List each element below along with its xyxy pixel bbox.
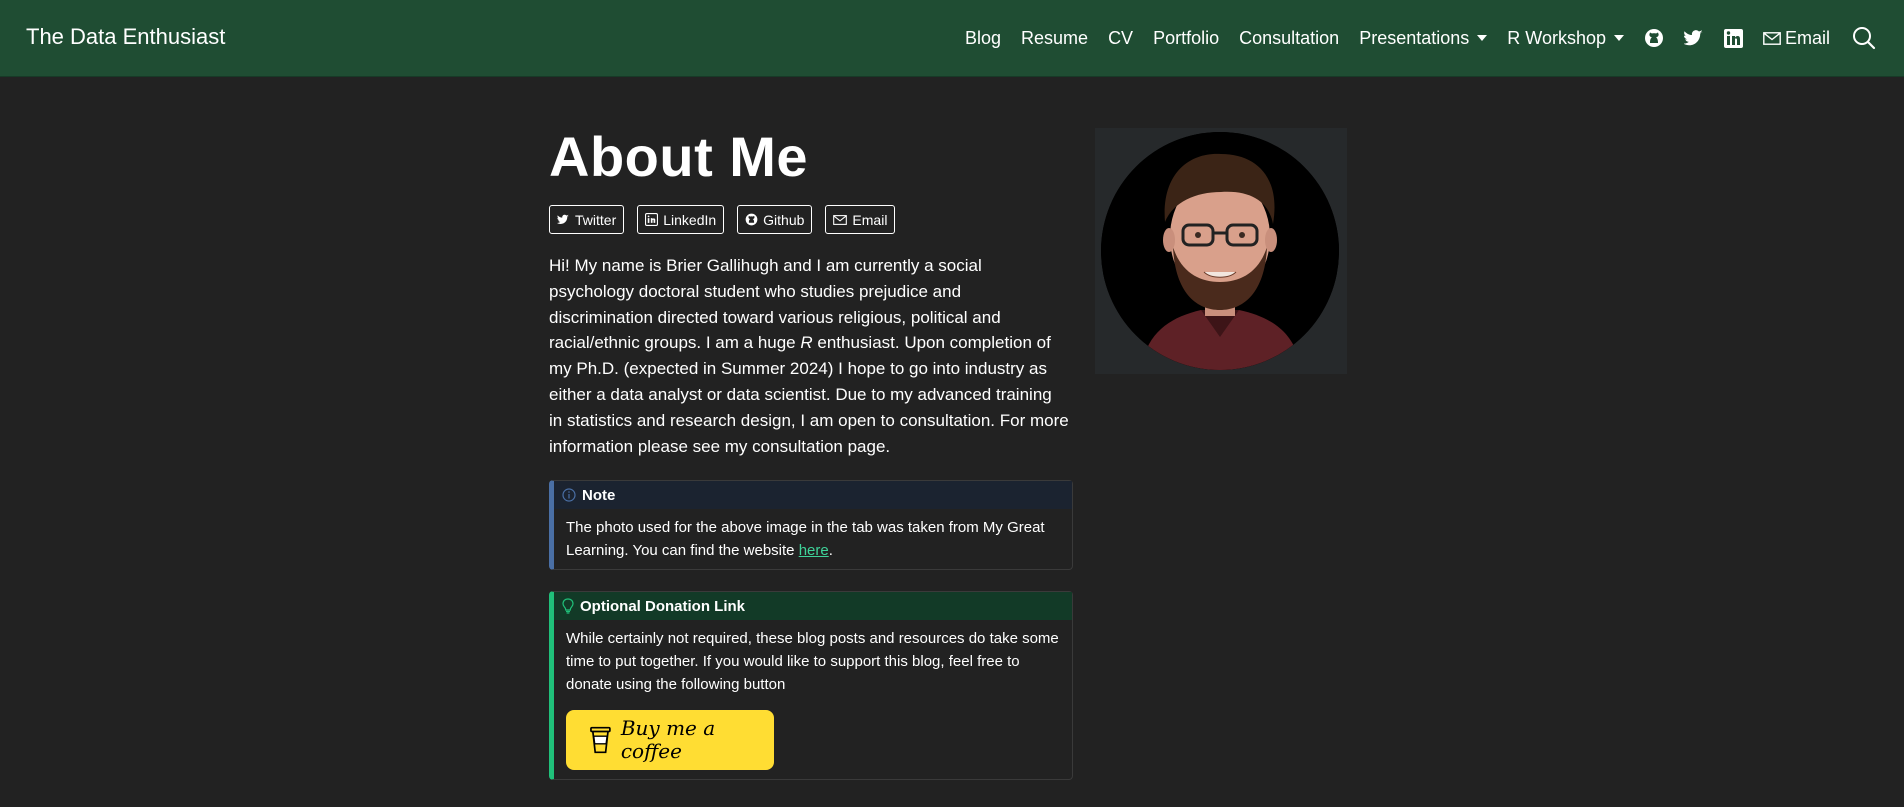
buy-me-a-coffee-button[interactable]: Buy me a coffee xyxy=(566,710,774,770)
note-link-here[interactable]: here xyxy=(799,542,829,559)
donation-body: While certainly not required, these blog… xyxy=(554,620,1072,780)
nav-r-workshop-label: R Workshop xyxy=(1507,27,1606,48)
nav-r-workshop-dropdown[interactable]: R Workshop xyxy=(1507,28,1624,49)
linkedin-button-label: LinkedIn xyxy=(663,211,717,228)
navbar: The Data Enthusiast Blog Resume CV Portf… xyxy=(0,0,1904,77)
donation-callout: Optional Donation Link While certainly n… xyxy=(549,591,1073,780)
nav-menu: Blog Resume CV Portfolio Consultation Pr… xyxy=(945,0,1876,76)
github-icon xyxy=(745,213,758,226)
nav-email-label: Email xyxy=(1784,27,1830,48)
info-icon xyxy=(562,488,576,502)
email-button-label: Email xyxy=(852,211,888,228)
github-button[interactable]: Github xyxy=(737,205,813,234)
buy-me-a-coffee-label: Buy me a coffee xyxy=(620,716,716,763)
envelope-icon xyxy=(833,214,848,225)
page-title: About Me xyxy=(549,125,809,188)
coffee-cup-icon xyxy=(590,726,611,754)
twitter-button-label: Twitter xyxy=(575,211,617,228)
intro-paragraph: Hi! My name is Brier Gallihugh and I am … xyxy=(549,253,1069,459)
lightbulb-icon xyxy=(562,598,574,614)
search-icon[interactable] xyxy=(1852,26,1876,50)
nav-cv[interactable]: CV xyxy=(1108,28,1133,49)
chevron-down-icon xyxy=(1613,35,1624,41)
note-text-end: . xyxy=(828,542,833,559)
donation-header: Optional Donation Link xyxy=(554,592,1072,620)
nav-presentations-label: Presentations xyxy=(1359,27,1470,48)
nav-email[interactable]: Email xyxy=(1763,28,1830,49)
twitter-icon xyxy=(557,214,569,224)
linkedin-button[interactable]: LinkedIn xyxy=(637,205,725,234)
social-links: Twitter LinkedIn Github Email xyxy=(549,205,896,234)
nav-portfolio[interactable]: Portfolio xyxy=(1153,28,1219,49)
note-header: Note xyxy=(554,481,1072,509)
donation-title: Optional Donation Link xyxy=(580,597,745,615)
note-callout: Note The photo used for the above image … xyxy=(549,480,1073,570)
linkedin-icon[interactable] xyxy=(1723,28,1743,48)
email-button[interactable]: Email xyxy=(825,205,896,234)
profile-photo xyxy=(1101,132,1339,370)
donation-text: While certainly not required, these blog… xyxy=(566,630,1059,693)
github-icon[interactable] xyxy=(1644,28,1664,48)
nav-blog[interactable]: Blog xyxy=(965,28,1001,49)
note-title: Note xyxy=(582,486,616,504)
nav-consultation[interactable]: Consultation xyxy=(1239,28,1339,49)
github-button-label: Github xyxy=(763,211,805,228)
twitter-button[interactable]: Twitter xyxy=(549,205,625,234)
twitter-icon[interactable] xyxy=(1683,29,1704,47)
chevron-down-icon xyxy=(1477,35,1488,41)
intro-r-emphasis: R xyxy=(800,333,813,353)
linkedin-icon xyxy=(645,213,659,226)
profile-photo-frame xyxy=(1095,128,1347,374)
envelope-icon xyxy=(1763,31,1781,45)
site-brand[interactable]: The Data Enthusiast xyxy=(26,24,225,50)
nav-resume[interactable]: Resume xyxy=(1021,28,1088,49)
nav-presentations-dropdown[interactable]: Presentations xyxy=(1359,27,1488,49)
note-body: The photo used for the above image in th… xyxy=(554,509,1072,572)
